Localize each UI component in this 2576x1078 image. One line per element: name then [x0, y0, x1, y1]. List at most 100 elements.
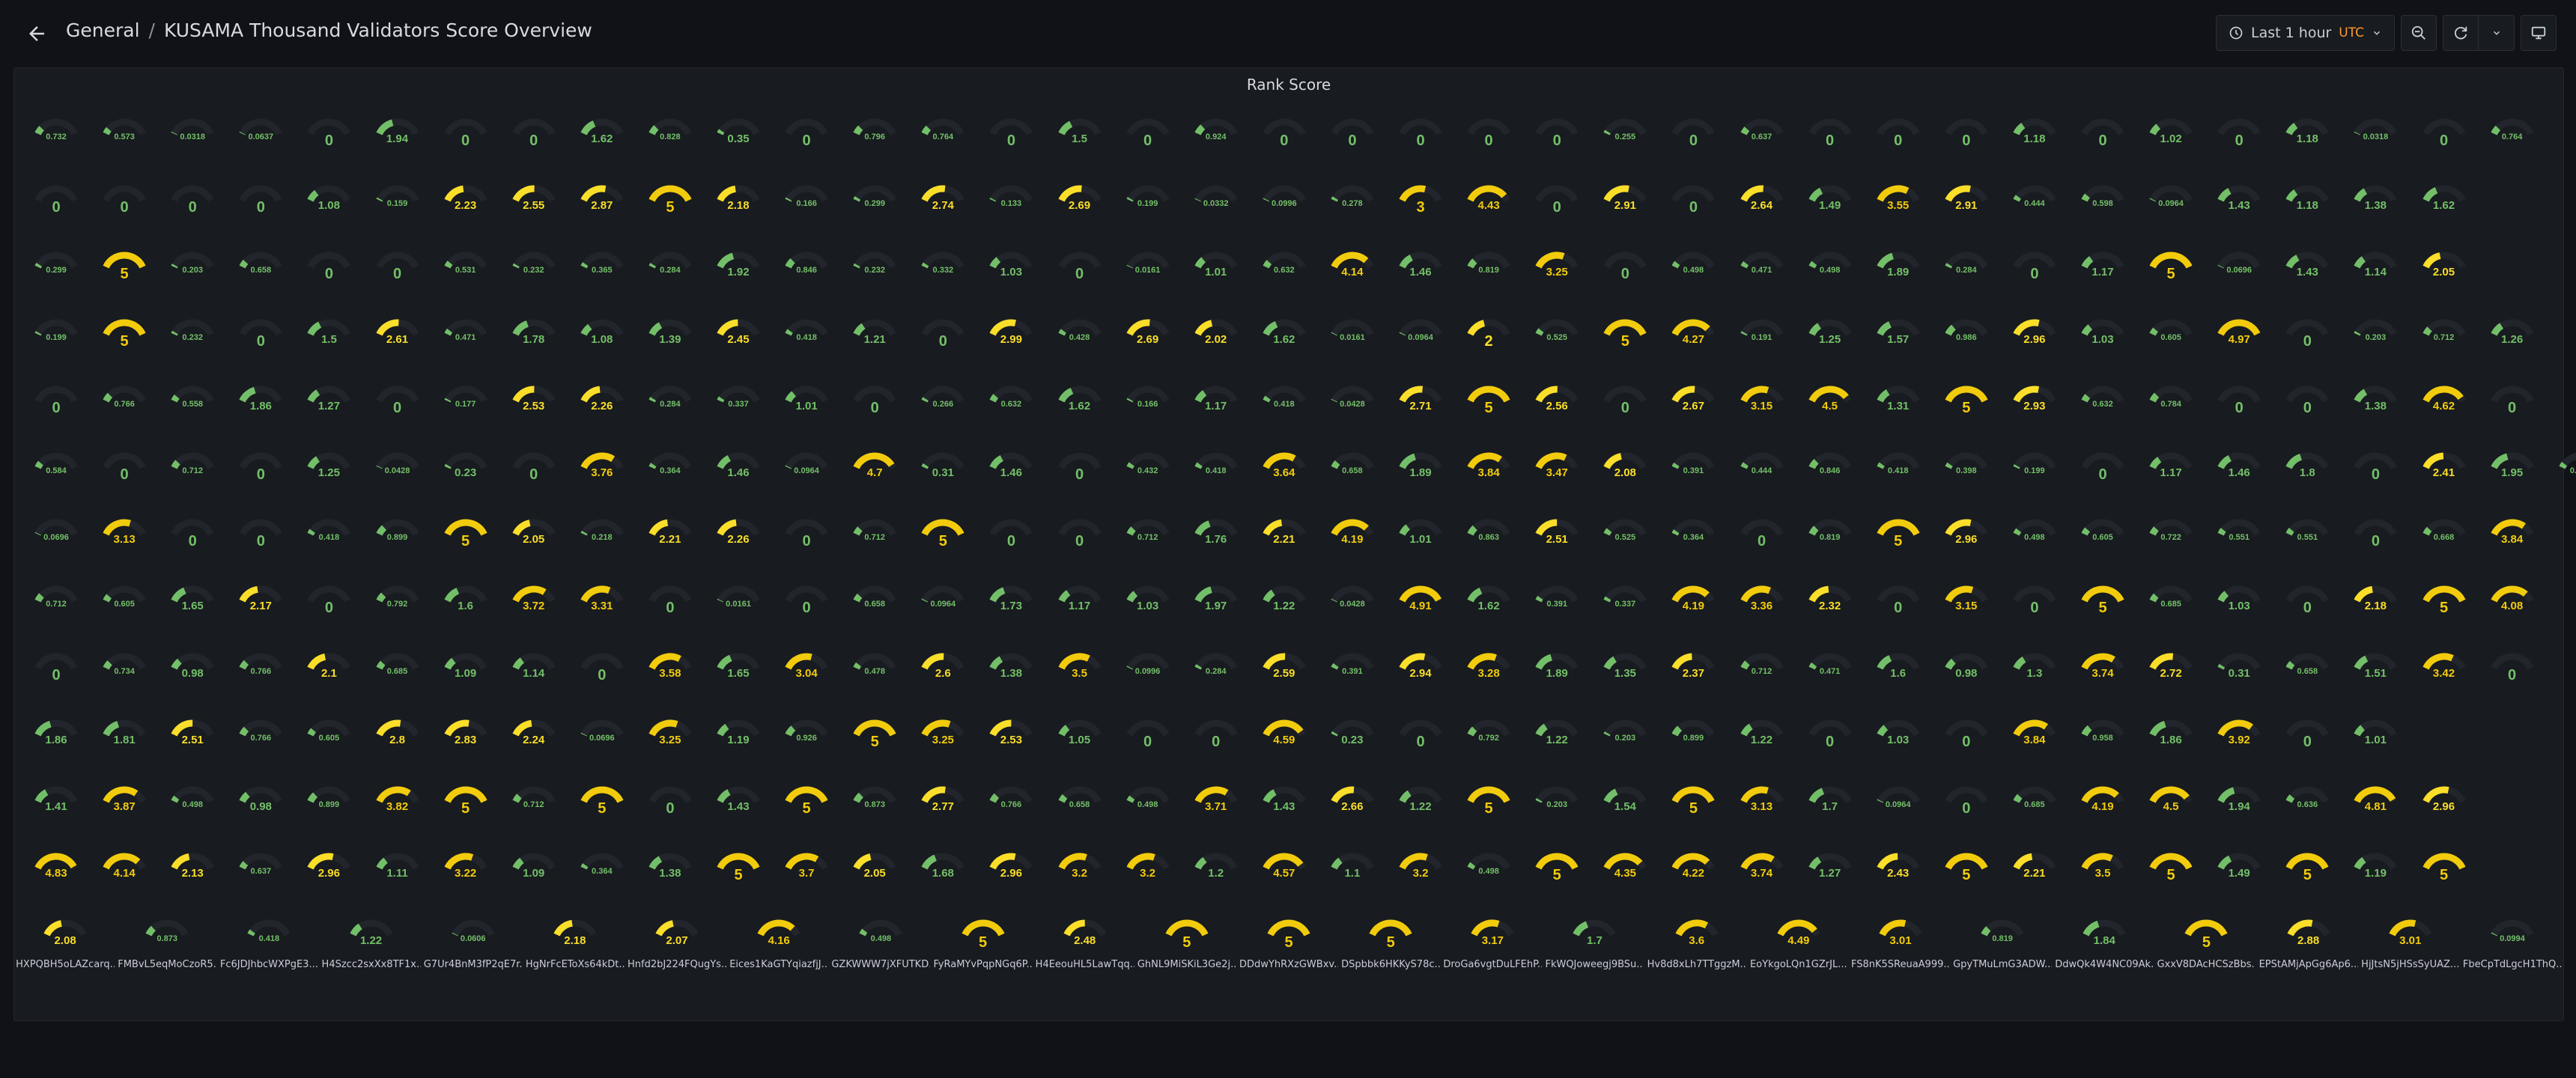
validator-gauge[interactable]: 1.03	[2073, 314, 2133, 372]
validator-gauge[interactable]: 2.53	[981, 714, 1041, 773]
validator-gauge[interactable]: 0	[2073, 447, 2133, 505]
validator-gauge[interactable]: 2.99	[981, 314, 1041, 372]
breadcrumb-folder[interactable]: General	[66, 19, 140, 41]
validator-gauge[interactable]: 0	[1663, 113, 1723, 171]
validator-gauge[interactable]: 5	[2141, 847, 2201, 906]
validator-gauge[interactable]: 2.8	[368, 714, 428, 773]
validator-gauge[interactable]: 2.96	[1936, 514, 1996, 572]
validator-gauge[interactable]: 0	[1800, 113, 1860, 171]
validator-gauge[interactable]: 0.986	[1936, 314, 1996, 372]
validator-gauge[interactable]: 4.27	[1663, 314, 1723, 372]
validator-gauge[interactable]: 0.734	[94, 648, 154, 706]
validator-gauge[interactable]: 0.0318	[162, 113, 222, 171]
validator-gauge[interactable]: 1.11	[368, 847, 428, 906]
validator-gauge[interactable]: 2.18	[708, 180, 768, 238]
validator-gauge[interactable]: 0.863	[1459, 514, 1519, 572]
validator-gauge[interactable]: 2.23	[436, 180, 496, 238]
validator-gauge[interactable]: 1.62	[1254, 314, 1314, 372]
validator-gauge[interactable]: 2.21	[1254, 514, 1314, 572]
validator-gauge[interactable]: 2.05	[504, 514, 564, 572]
validator-gauge[interactable]: 0.391	[1527, 580, 1587, 639]
validator-gauge[interactable]: 2.41	[2414, 447, 2474, 505]
validator-gauge[interactable]: 5 DSpbbk6HKKyS78c...	[1341, 914, 1440, 972]
validator-gauge[interactable]: 5	[2414, 580, 2474, 639]
validator-gauge[interactable]: 0	[1800, 714, 1860, 773]
validator-gauge[interactable]: 0	[777, 113, 836, 171]
validator-gauge[interactable]: 3.92	[2209, 714, 2269, 773]
validator-gauge[interactable]: 1.89	[1527, 648, 1587, 706]
validator-gauge[interactable]: 4.5	[2141, 781, 2201, 839]
validator-gauge[interactable]: 2.17	[231, 580, 291, 639]
validator-gauge[interactable]: 5	[572, 781, 632, 839]
validator-gauge[interactable]: 0	[1868, 113, 1928, 171]
validator-gauge[interactable]: 0	[1527, 113, 1587, 171]
validator-gauge[interactable]: 1.18	[2277, 180, 2337, 238]
validator-gauge[interactable]: 0	[1391, 714, 1450, 773]
validator-gauge[interactable]: 0.478	[845, 648, 905, 706]
validator-gauge[interactable]: 2.02	[1186, 314, 1246, 372]
validator-gauge[interactable]: 3.17 DroGa6vgtDuLFEhP...	[1443, 914, 1542, 972]
validator-gauge[interactable]: 0.926	[777, 714, 836, 773]
validator-gauge[interactable]: 1.03	[1118, 580, 1178, 639]
validator-gauge[interactable]: 1.17	[1186, 380, 1246, 439]
validator-gauge[interactable]: 0	[2482, 648, 2542, 706]
validator-gauge[interactable]: 0.846	[1800, 447, 1860, 505]
validator-gauge[interactable]: 0	[1595, 246, 1655, 305]
validator-gauge[interactable]: 1.2	[1186, 847, 1246, 906]
validator-gauge[interactable]: 2.87	[572, 180, 632, 238]
tv-mode-button[interactable]	[2521, 15, 2557, 51]
validator-gauge[interactable]: 2.08 HXPQBH5oLAZcarq...	[16, 914, 115, 972]
validator-gauge[interactable]: 1.17	[1050, 580, 1110, 639]
validator-gauge[interactable]: 0.712	[504, 781, 564, 839]
validator-gauge[interactable]: 0.784	[2141, 380, 2201, 439]
validator-gauge[interactable]: 0.471	[2551, 447, 2576, 505]
validator-gauge[interactable]: 0.873 FMBvL5eqMoCzoR5...	[118, 914, 216, 972]
validator-gauge[interactable]: 5	[94, 314, 154, 372]
validator-gauge[interactable]: 0	[2414, 113, 2474, 171]
validator-gauge[interactable]: 1.5	[1050, 113, 1110, 171]
validator-gauge[interactable]: 0.498	[1663, 246, 1723, 305]
validator-gauge[interactable]: 1.78	[504, 314, 564, 372]
validator-gauge[interactable]: 0.637	[1732, 113, 1792, 171]
validator-gauge[interactable]: 0.391	[1322, 648, 1382, 706]
validator-gauge[interactable]: 0.364	[640, 447, 700, 505]
validator-gauge[interactable]: 0.819	[1459, 246, 1519, 305]
validator-gauge[interactable]: 1.22	[1527, 714, 1587, 773]
validator-gauge[interactable]: 0.766	[231, 714, 291, 773]
validator-gauge[interactable]: 3.04	[777, 648, 836, 706]
validator-gauge[interactable]: 0.605	[2073, 514, 2133, 572]
validator-gauge[interactable]: 1.31	[1868, 380, 1928, 439]
validator-gauge[interactable]: 3.5	[1050, 648, 1110, 706]
validator-gauge[interactable]: 1.76	[1186, 514, 1246, 572]
validator-gauge[interactable]: 0.232	[162, 314, 222, 372]
validator-gauge[interactable]: 0.199	[26, 314, 86, 372]
validator-gauge[interactable]: 2.83	[436, 714, 496, 773]
validator-gauge[interactable]: 1.86	[231, 380, 291, 439]
validator-gauge[interactable]: 3.15	[1732, 380, 1792, 439]
validator-gauge[interactable]: 3.72	[504, 580, 564, 639]
validator-gauge[interactable]: 1.3	[2005, 648, 2065, 706]
validator-gauge[interactable]: 1.46	[1391, 246, 1450, 305]
validator-gauge[interactable]: 5	[2141, 246, 2201, 305]
validator-gauge[interactable]: 0.819 GpyTMuLmG3ADW...	[1953, 914, 2052, 972]
validator-gauge[interactable]: 1.25	[299, 447, 359, 505]
validator-gauge[interactable]: 0.23	[436, 447, 496, 505]
validator-gauge[interactable]: 0.332	[913, 246, 973, 305]
validator-gauge[interactable]: 0.668	[2414, 514, 2474, 572]
validator-gauge[interactable]: 0.98	[1936, 648, 1996, 706]
validator-gauge[interactable]: 1.25	[1800, 314, 1860, 372]
validator-gauge[interactable]: 0.471	[1732, 246, 1792, 305]
validator-gauge[interactable]: 1.94	[2209, 781, 2269, 839]
validator-gauge[interactable]: 0.364	[572, 847, 632, 906]
validator-gauge[interactable]: 3.82	[368, 781, 428, 839]
validator-gauge[interactable]: 0	[1595, 380, 1655, 439]
validator-gauge[interactable]: 3.22	[436, 847, 496, 906]
validator-gauge[interactable]: 0.418	[777, 314, 836, 372]
validator-gauge[interactable]: 2.26	[572, 380, 632, 439]
validator-gauge[interactable]: 0.365	[572, 246, 632, 305]
validator-gauge[interactable]: 0	[1050, 514, 1110, 572]
validator-gauge[interactable]: 0	[1936, 113, 1996, 171]
validator-gauge[interactable]: 0.573	[94, 113, 154, 171]
validator-gauge[interactable]: 5	[2073, 580, 2133, 639]
validator-gauge[interactable]: 3.84	[2005, 714, 2065, 773]
